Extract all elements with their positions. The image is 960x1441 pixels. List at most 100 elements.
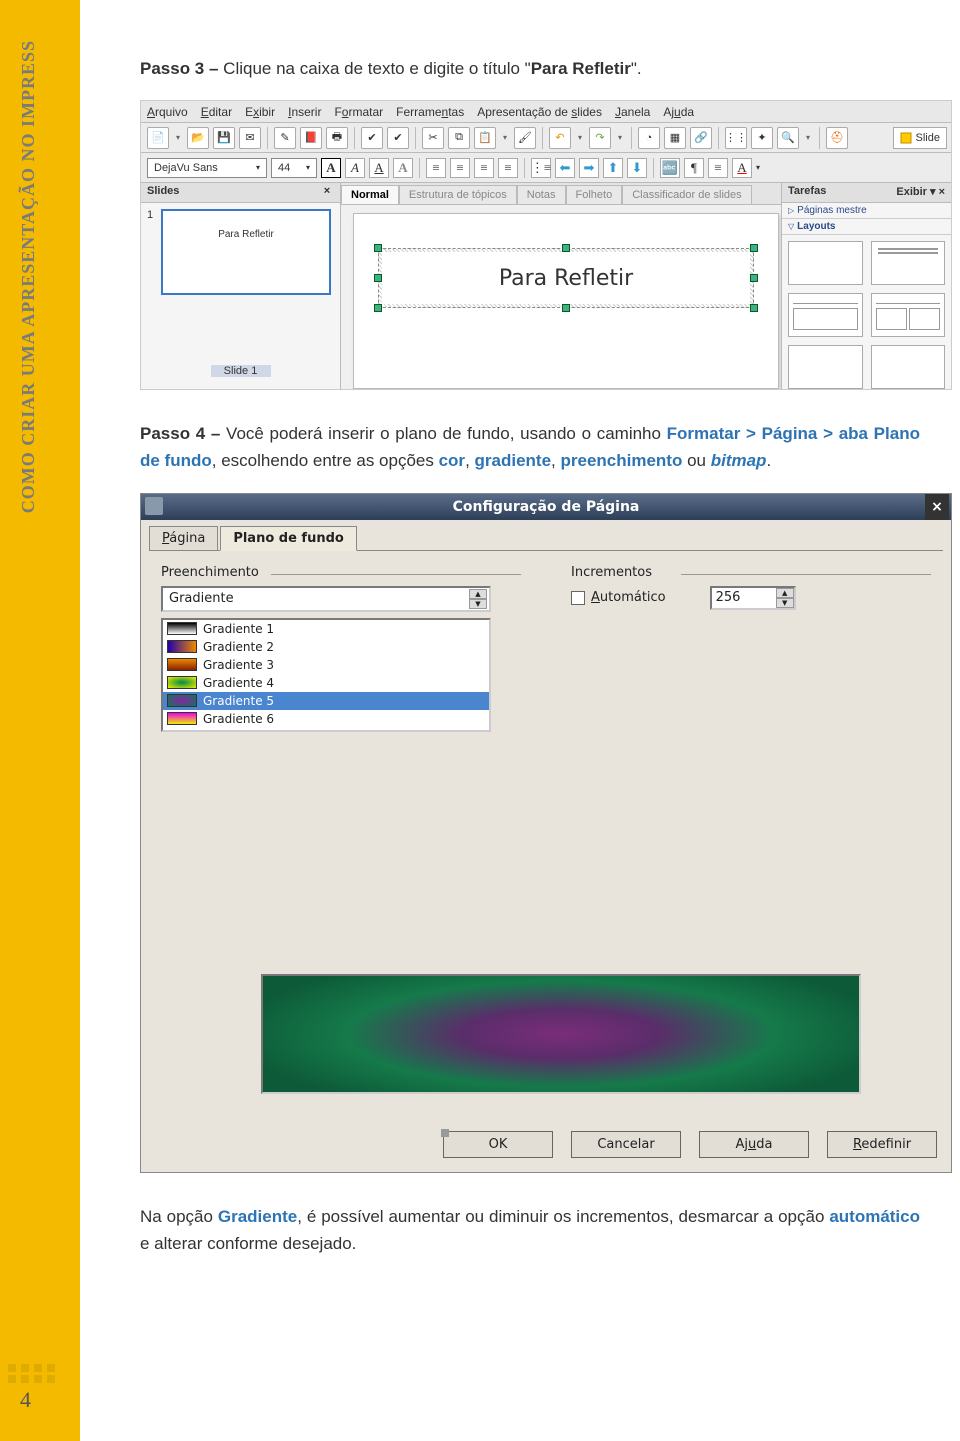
menu-exibir[interactable]: Exibir [245, 105, 275, 119]
tab-outline[interactable]: Estrutura de tópicos [399, 185, 517, 204]
slide-canvas[interactable]: Para Refletir [353, 213, 779, 389]
layout-content[interactable] [788, 293, 863, 337]
nav-icon[interactable]: ✦ [751, 127, 773, 149]
align-right-icon[interactable]: ≡ [474, 158, 494, 178]
tab-handout[interactable]: Folheto [566, 185, 623, 204]
fill-type-combo[interactable]: Gradiente ▲▼ [161, 586, 491, 612]
numbering-icon[interactable]: ≡ [708, 158, 728, 178]
chart-icon[interactable]: ◔ [638, 127, 660, 149]
down-icon[interactable]: ▼ [469, 599, 487, 609]
underline-icon[interactable]: A [369, 158, 389, 178]
decorative-squares [8, 1364, 57, 1383]
down-icon[interactable]: ▼ [776, 598, 794, 608]
bold-icon[interactable]: A [321, 158, 341, 178]
char-icon[interactable]: 🔤 [660, 158, 680, 178]
print-icon[interactable]: 🖶 [326, 127, 348, 149]
tasks-masterpages[interactable]: ▷Páginas mestre [782, 203, 951, 219]
list-item[interactable]: Gradiente 3 [163, 656, 489, 674]
undo-icon[interactable]: ↶ [549, 127, 571, 149]
copy-icon[interactable]: ⧉ [448, 127, 470, 149]
menu-inserir[interactable]: Inserir [288, 105, 321, 119]
slides-panel-title: Slides [147, 185, 179, 200]
demote-icon[interactable]: ➡ [579, 158, 599, 178]
close-icon[interactable]: × [320, 185, 334, 200]
font-name-combo[interactable]: DejaVu Sans▾ [147, 158, 267, 178]
up-icon[interactable]: ▲ [469, 589, 487, 599]
edit-icon[interactable]: ✎ [274, 127, 296, 149]
up-icon[interactable]: ▲ [776, 588, 794, 598]
save-icon[interactable]: 💾 [213, 127, 235, 149]
layout-blank[interactable] [788, 241, 863, 285]
title-text[interactable]: Para Refletir [382, 252, 750, 304]
tasks-panel: Tarefas Exibir ▾ × ▷Páginas mestre ▽Layo… [781, 183, 951, 389]
automatico-label: Automático [591, 590, 666, 605]
fontcolor-icon[interactable]: A [732, 158, 752, 178]
align-center-icon[interactable]: ≡ [450, 158, 470, 178]
ok-button[interactable]: OK [443, 1131, 553, 1158]
menu-ferramentas[interactable]: Ferramentas [396, 105, 464, 119]
list-item[interactable]: Gradiente 1 [163, 620, 489, 638]
paste-icon[interactable]: 📋 [474, 127, 496, 149]
increments-spinner[interactable]: 256 ▲▼ [710, 586, 796, 610]
menu-janela[interactable]: Janela [615, 105, 650, 119]
movedown-icon[interactable]: ⬇ [627, 158, 647, 178]
redo-icon[interactable]: ↷ [589, 127, 611, 149]
layout-6[interactable] [871, 345, 946, 389]
tab-sorter[interactable]: Classificador de slides [622, 185, 751, 204]
menu-editar[interactable]: Editar [201, 105, 232, 119]
zoom-icon[interactable]: 🔍 [777, 127, 799, 149]
spellcheck-icon[interactable]: ✔ [361, 127, 383, 149]
layout-title[interactable] [871, 241, 946, 285]
menu-apresentacao[interactable]: Apresentação de slides [477, 105, 602, 119]
list-item[interactable]: Gradiente 2 [163, 638, 489, 656]
automatico-checkbox[interactable] [571, 591, 585, 605]
cut-icon[interactable]: ✂ [422, 127, 444, 149]
help-icon[interactable]: ⛑ [826, 127, 848, 149]
dialog-title: Configuração de Página [453, 499, 640, 515]
align-justify-icon[interactable]: ≡ [498, 158, 518, 178]
tab-normal[interactable]: Normal [341, 185, 399, 204]
sidebar: COMO CRIAR UMA APRESENTAÇÃO NO IMPRESS 4 [0, 0, 80, 1441]
bullets-icon[interactable]: ⋮≡ [531, 158, 551, 178]
menu-ajuda[interactable]: Ajuda [663, 105, 694, 119]
autocheck-icon[interactable]: ✔ [387, 127, 409, 149]
dialog-buttons: OK Cancelar Ajuda Redefinir [141, 1131, 951, 1158]
pdf-icon[interactable]: 📕 [300, 127, 322, 149]
promote-icon[interactable]: ⬅ [555, 158, 575, 178]
tab-plano-de-fundo[interactable]: Plano de fundo [220, 526, 357, 551]
toolbar-standard: 📄▾ 📂 💾 ✉ ✎ 📕 🖶 ✔ ✔ ✂ ⧉ 📋▾ 🖌 ↶▾ ↷▾ ◔ ▦ 🔗 … [141, 123, 951, 153]
brush-icon[interactable]: 🖌 [514, 127, 536, 149]
help-button[interactable]: Ajuda [699, 1131, 809, 1158]
mail-icon[interactable]: ✉ [239, 127, 261, 149]
grid-icon[interactable]: ⋮⋮ [725, 127, 747, 149]
reset-button[interactable]: Redefinir [827, 1131, 937, 1158]
para-icon[interactable]: ¶ [684, 158, 704, 178]
menu-arquivo[interactable]: Arquivo [147, 105, 188, 119]
new-icon[interactable]: 📄 [147, 127, 169, 149]
hyperlink-icon[interactable]: 🔗 [690, 127, 712, 149]
shadow-icon[interactable]: A [393, 158, 413, 178]
layout-twocontent[interactable] [871, 293, 946, 337]
italic-icon[interactable]: A [345, 158, 365, 178]
close-icon[interactable]: × [925, 494, 949, 520]
tasks-exibir[interactable]: Exibir ▾ × [896, 185, 945, 200]
tab-notes[interactable]: Notas [517, 185, 566, 204]
table-icon[interactable]: ▦ [664, 127, 686, 149]
tab-pagina[interactable]: Página [149, 526, 218, 551]
list-item[interactable]: Gradiente 4 [163, 674, 489, 692]
title-textbox[interactable]: Para Refletir [378, 248, 754, 308]
tasks-layouts[interactable]: ▽Layouts [782, 219, 951, 235]
open-icon[interactable]: 📂 [187, 127, 209, 149]
list-item[interactable]: Gradiente 6 [163, 710, 489, 728]
gradient-listbox[interactable]: Gradiente 1 Gradiente 2 Gradiente 3 Grad… [161, 618, 491, 732]
moveup-icon[interactable]: ⬆ [603, 158, 623, 178]
layouts-grid [782, 235, 951, 390]
menu-formatar[interactable]: Formatar [334, 105, 383, 119]
slide-thumbnail[interactable]: Para Refletir [161, 209, 331, 295]
layout-5[interactable] [788, 345, 863, 389]
font-size-combo[interactable]: 44▾ [271, 158, 317, 178]
cancel-button[interactable]: Cancelar [571, 1131, 681, 1158]
slide-dropdown[interactable]: Slide [893, 127, 947, 149]
align-left-icon[interactable]: ≡ [426, 158, 446, 178]
list-item-selected[interactable]: Gradiente 5 [163, 692, 489, 710]
